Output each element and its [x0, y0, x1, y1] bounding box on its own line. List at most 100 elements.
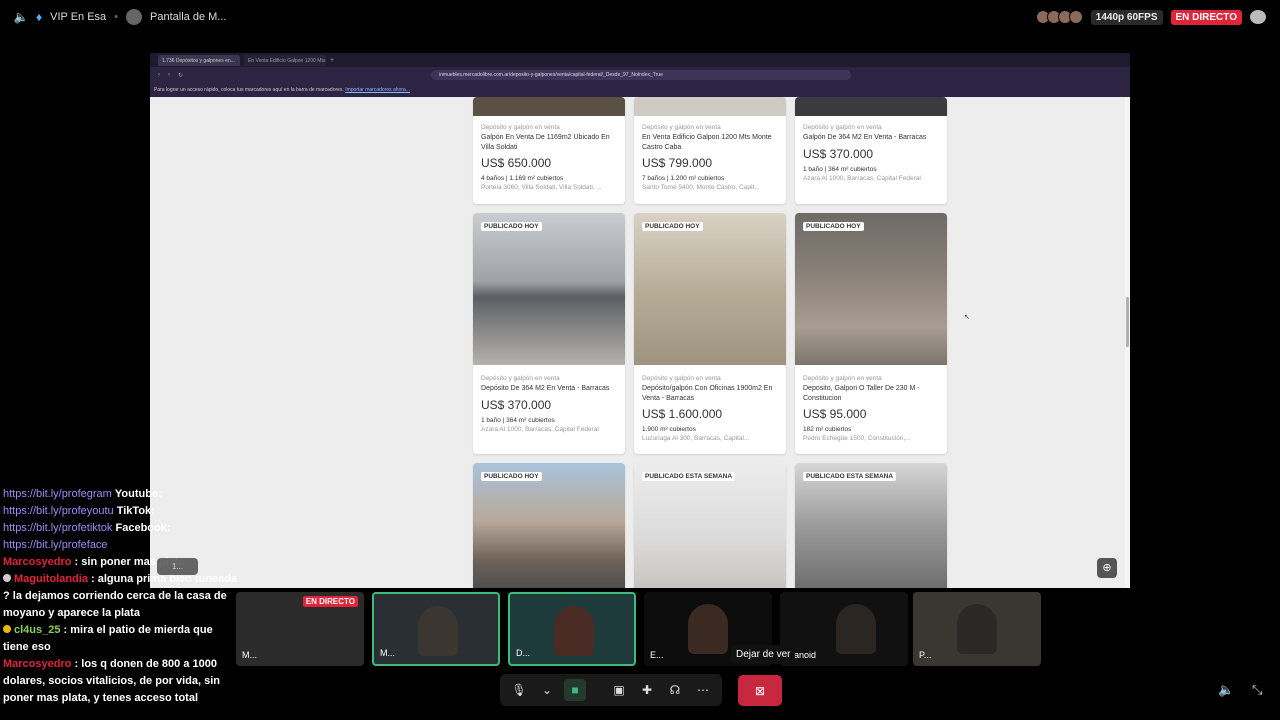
listing-category: Depósito y galpón en venta	[481, 375, 560, 382]
reload-icon[interactable]: ↻	[178, 72, 183, 79]
gem-icon: ♦	[36, 10, 43, 24]
chat-link[interactable]: https://bit.ly/profeyoutu	[3, 505, 114, 517]
top-bar: 🔈 ♦ VIP En Esa • Pantalla de M... 1440p …	[0, 0, 1280, 34]
browser-toolbar: ‹ › ↻ inmuebles.mercadolibre.com.ar/depo…	[150, 67, 1130, 83]
published-badge: PUBLICADO HOY	[803, 222, 864, 231]
listing-location: Pedro Echegüe 1500, Constitución,...	[803, 435, 911, 442]
live-badge: EN DIRECTO	[302, 596, 358, 607]
listing-card[interactable]: Depósito y galpón en venta Galpón En Ven…	[473, 97, 625, 204]
bookmarks-bar: Para lograr un acceso rápido, coloca tus…	[150, 83, 1130, 97]
listing-card[interactable]: PUBLICADO HOY	[473, 463, 625, 588]
chat-icon[interactable]	[1250, 10, 1266, 24]
listing-title[interactable]: En Venta Edificio Galpon 1200 Mts Monte …	[642, 133, 778, 152]
listing-title[interactable]: Galpón De 364 M2 En Venta - Barracas	[803, 133, 939, 143]
listing-card[interactable]: PUBLICADO ESTA SEMANA	[634, 463, 786, 588]
chevron-down-icon[interactable]: ⌄	[536, 679, 558, 701]
listing-card[interactable]: Depósito y galpón en venta En Venta Edif…	[634, 97, 786, 204]
chat-username: cl4us_25	[14, 624, 61, 636]
participants-row: EN DIRECTO M... M... D... E... aranoid P…	[236, 592, 1046, 666]
camera-icon[interactable]: ■	[564, 679, 586, 701]
listing-attributes: 182 m² cubiertos	[803, 426, 852, 433]
listing-location: Portela 3060, Villa Soldati, Villa Solda…	[481, 184, 602, 191]
listing-image: PUBLICADO HOY	[795, 213, 947, 365]
listing-card[interactable]: PUBLICADO HOY Depósito y galpón en venta…	[634, 213, 786, 454]
listing-price: US$ 799.000	[642, 156, 713, 170]
listing-location: Santo Tomé 5400, Monte Castro, Capit...	[642, 184, 760, 191]
listing-title[interactable]: Galpón En Venta De 1169m2 Ubicado En Vil…	[481, 133, 617, 152]
listing-image: PUBLICADO ESTA SEMANA	[634, 463, 786, 588]
listing-title[interactable]: Deposito, Galpon O Taller De 230 M - Con…	[803, 384, 939, 403]
minimize-icon[interactable]: ⤡	[1252, 682, 1262, 698]
participant-tile[interactable]: M...	[372, 592, 500, 666]
listing-attributes: 1 baño | 364 m² cubiertos	[481, 416, 555, 424]
address-bar[interactable]: inmuebles.mercadolibre.com.ar/deposito-y…	[431, 70, 852, 80]
chat-link[interactable]: https://bit.ly/profegram	[3, 488, 112, 500]
activity-title[interactable]: Pantalla de M...	[150, 11, 226, 23]
listing-location: Azara Al 1000, Barracas, Capital Federal	[481, 425, 599, 433]
bookmarks-hint: Para lograr un acceso rápido, coloca tus…	[154, 87, 344, 93]
chat-link[interactable]: https://bit.ly/profetiktok	[3, 522, 112, 534]
separator-icon: •	[114, 11, 119, 23]
listing-card[interactable]: PUBLICADO ESTA SEMANA	[795, 463, 947, 588]
soundboard-icon[interactable]: ☊	[664, 679, 686, 701]
listing-attributes: 4 baños | 1.169 m² cubiertos	[481, 175, 564, 182]
avatar	[126, 9, 143, 25]
share-screen-icon[interactable]: ▣	[608, 679, 630, 701]
microphone-icon[interactable]: 🎙	[508, 679, 530, 701]
chat-username: Marcosyedro	[3, 556, 72, 568]
participant-video	[957, 604, 997, 654]
participant-tile[interactable]: aranoid	[780, 592, 908, 666]
participant-name: D...	[516, 648, 531, 658]
more-options-icon[interactable]: ⋯	[692, 679, 714, 701]
participant-name: P...	[919, 650, 932, 660]
chat-link-label: Facebook:	[115, 522, 171, 534]
browser-tab[interactable]: En Venta Edificio Galpon 1200 Mts...	[244, 54, 326, 66]
listing-category: Depósito y galpón en venta	[642, 375, 721, 382]
listing-image: PUBLICADO HOY	[473, 463, 625, 588]
stop-watching-icon: ⊠	[754, 683, 766, 698]
participant-tile[interactable]: P...	[913, 592, 1041, 666]
listing-price: US$ 1.600.000	[642, 407, 723, 421]
chat-overflow-pill[interactable]: 1...	[157, 558, 198, 575]
viewer-avatars[interactable]	[1035, 10, 1083, 24]
zoom-icon[interactable]: ⊕	[1097, 558, 1117, 578]
listing-location: Luzuriaga Al 300, Barracas, Capital...	[642, 435, 750, 442]
listing-category: Depósito y galpón en venta	[481, 124, 560, 131]
chat-username: Maguitolandia	[14, 573, 88, 585]
listing-title[interactable]: Depósito De 364 M2 En Venta - Barracas	[481, 384, 617, 394]
browser-tabbar: 1.736 Depósitos y galpones en... En Vent…	[150, 53, 1130, 67]
listing-title[interactable]: Depósito/galpón Con Oficinas 1900m2 En V…	[642, 384, 778, 403]
stream-quality-badge: 1440p 60FPS	[1090, 9, 1163, 25]
live-badge: EN DIRECTO	[1170, 9, 1242, 25]
participant-name: M...	[242, 650, 257, 660]
stop-watching-button[interactable]: ⊠	[738, 675, 782, 706]
listing-card[interactable]: PUBLICADO HOY Depósito y galpón en venta…	[795, 213, 947, 454]
listing-card[interactable]: Depósito y galpón en venta Galpón De 364…	[795, 97, 947, 204]
listing-price: US$ 95.000	[803, 407, 867, 421]
back-icon[interactable]: ‹	[158, 72, 160, 78]
published-badge: PUBLICADO HOY	[481, 472, 542, 481]
published-badge: PUBLICADO ESTA SEMANA	[642, 472, 736, 481]
chat-link[interactable]: https://bit.ly/profeface	[3, 539, 108, 551]
forward-icon[interactable]: ›	[168, 72, 170, 78]
listing-price: US$ 370.000	[481, 397, 552, 412]
browser-tab[interactable]: 1.736 Depósitos y galpones en...	[158, 54, 240, 66]
chat-link-line: https://bit.ly/profeface	[3, 537, 239, 554]
new-tab-icon[interactable]: +	[330, 57, 334, 64]
speaker-muted-icon[interactable]: 🔈	[14, 10, 29, 24]
activity-controls: ▣ ✚ ☊ ⋯	[600, 674, 722, 706]
participant-tile[interactable]: EN DIRECTO M...	[236, 592, 364, 666]
participant-tile[interactable]: D...	[508, 592, 636, 666]
server-name[interactable]: VIP En Esa	[50, 11, 106, 23]
listing-card[interactable]: PUBLICADO HOY Depósito y galpón en venta…	[473, 213, 625, 454]
chat-message: Marcosyedro : sin poner mas plata	[3, 556, 185, 568]
chat-overlay: https://bit.ly/profegram Youtube: https:…	[3, 486, 239, 707]
shared-screen[interactable]: 1.736 Depósitos y galpones en... En Vent…	[150, 53, 1130, 588]
listing-category: Depósito y galpón en venta	[803, 124, 882, 131]
scrollbar[interactable]	[1125, 97, 1130, 588]
volume-icon[interactable]: 🔈	[1218, 682, 1234, 698]
scrollbar-thumb[interactable]	[1126, 297, 1129, 347]
activities-icon[interactable]: ✚	[636, 679, 658, 701]
import-bookmarks-link[interactable]: Importar marcadores ahora...	[345, 87, 410, 93]
listing-attributes: 7 baños | 1.200 m² cubiertos	[642, 175, 725, 182]
